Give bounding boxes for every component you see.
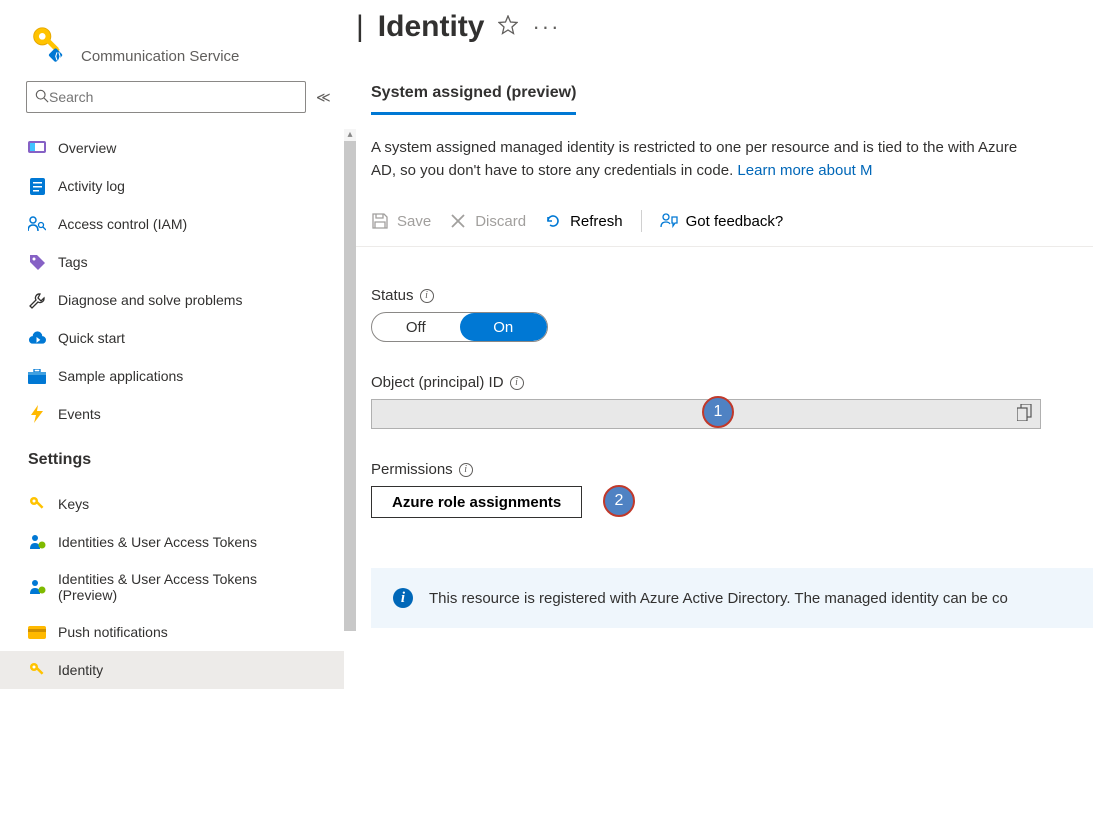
- page-title: Identity: [378, 10, 485, 44]
- object-id-input[interactable]: 1: [371, 399, 1041, 429]
- nav-label: Sample applications: [58, 368, 183, 384]
- sidebar-header: ⟨⟩ Communication Service: [0, 0, 356, 65]
- nav-label: Identity: [58, 662, 103, 678]
- key-icon: ⟨⟩: [28, 24, 66, 62]
- sidebar-item-overview[interactable]: Overview: [0, 129, 348, 167]
- sidebar-item-identities-tokens[interactable]: Identities & User Access Tokens: [0, 523, 348, 561]
- sidebar: ⟨⟩ Communication Service ≪ Overview Acti…: [0, 0, 356, 814]
- settings-nav-list: Keys Identities & User Access Tokens Ide…: [0, 477, 348, 689]
- nav-label: Events: [58, 406, 101, 422]
- collapse-sidebar-button[interactable]: ≪: [316, 89, 331, 106]
- settings-section-title: Settings: [0, 433, 356, 477]
- sidebar-item-events[interactable]: Events: [0, 395, 348, 433]
- toggle-on[interactable]: On: [460, 313, 548, 341]
- x-icon: [449, 212, 467, 230]
- scrollbar[interactable]: ▴: [344, 129, 356, 814]
- wrench-icon: [28, 291, 46, 309]
- info-banner-icon: i: [393, 588, 413, 608]
- main-content: | Identity ··· System assigned (preview)…: [356, 0, 1093, 814]
- sidebar-item-diagnose[interactable]: Diagnose and solve problems: [0, 281, 348, 319]
- info-icon[interactable]: i: [420, 289, 434, 303]
- sidebar-item-samples[interactable]: Sample applications: [0, 357, 348, 395]
- scroll-up-icon[interactable]: ▴: [344, 129, 356, 141]
- status-field: Status i Off On: [371, 287, 1093, 342]
- feedback-button[interactable]: Got feedback?: [660, 212, 784, 230]
- azure-role-assignments-button[interactable]: Azure role assignments: [371, 486, 582, 518]
- copy-icon[interactable]: [1017, 404, 1032, 424]
- refresh-icon: [544, 212, 562, 230]
- permissions-label: Permissions: [371, 461, 453, 478]
- briefcase-icon: [28, 367, 46, 385]
- title-bar: | Identity ···: [356, 0, 1093, 44]
- discard-button[interactable]: Discard: [449, 212, 526, 230]
- nav-label: Keys: [58, 496, 89, 512]
- nav-label: Diagnose and solve problems: [58, 292, 242, 308]
- nav-label: Push notifications: [58, 624, 168, 640]
- object-id-field: Object (principal) ID i 1: [371, 374, 1093, 429]
- save-icon: [371, 212, 389, 230]
- sidebar-item-iam[interactable]: Access control (IAM): [0, 205, 348, 243]
- sidebar-item-push[interactable]: Push notifications: [0, 613, 348, 651]
- status-label: Status: [371, 287, 414, 304]
- nav-label: Overview: [58, 140, 116, 156]
- favorite-button[interactable]: [498, 15, 518, 40]
- sidebar-item-identities-tokens-preview[interactable]: Identities & User Access Tokens (Preview…: [0, 561, 348, 613]
- search-icon: [35, 89, 49, 106]
- status-toggle[interactable]: Off On: [371, 312, 548, 342]
- more-button[interactable]: ···: [532, 14, 560, 40]
- info-banner-text: This resource is registered with Azure A…: [429, 590, 1008, 607]
- toolbar: Save Discard Refresh Got feedback?: [356, 182, 1093, 247]
- svg-text:⟨⟩: ⟨⟩: [55, 51, 62, 61]
- cloud-icon: [28, 329, 46, 347]
- sidebar-item-tags[interactable]: Tags: [0, 243, 348, 281]
- lightning-icon: [28, 405, 46, 423]
- nav-label: Identities & User Access Tokens (Preview…: [58, 571, 298, 603]
- key-small-icon: [28, 661, 46, 679]
- callout-badge-1: 1: [702, 396, 734, 428]
- permissions-field: Permissions i Azure role assignments 2: [371, 461, 1093, 518]
- iam-icon: [28, 215, 46, 233]
- object-id-label: Object (principal) ID: [371, 374, 504, 391]
- search-input-wrapper[interactable]: [26, 81, 306, 113]
- toggle-off[interactable]: Off: [372, 313, 460, 341]
- tag-icon: [28, 253, 46, 271]
- key-small-icon: [28, 495, 46, 513]
- log-icon: [28, 177, 46, 195]
- sidebar-item-activity-log[interactable]: Activity log: [0, 167, 348, 205]
- nav-label: Activity log: [58, 178, 125, 194]
- user-token-icon: [28, 578, 46, 596]
- title-separator: |: [356, 10, 364, 44]
- save-button[interactable]: Save: [371, 212, 431, 230]
- learn-more-link[interactable]: Learn more about M: [737, 162, 872, 179]
- description-text: A system assigned managed identity is re…: [356, 115, 1036, 182]
- card-icon: [28, 623, 46, 641]
- nav-list: Overview Activity log Access control (IA…: [0, 121, 348, 433]
- sidebar-item-quickstart[interactable]: Quick start: [0, 319, 348, 357]
- feedback-icon: [660, 212, 678, 230]
- tab-header: System assigned (preview): [356, 84, 1093, 115]
- sidebar-item-identity[interactable]: Identity: [0, 651, 348, 689]
- info-banner: i This resource is registered with Azure…: [371, 568, 1093, 628]
- nav-label: Quick start: [58, 330, 125, 346]
- toolbar-separator: [641, 210, 642, 232]
- service-type-label: Communication Service: [81, 48, 239, 65]
- overview-icon: [28, 139, 46, 157]
- nav-label: Tags: [58, 254, 88, 270]
- nav-label: Identities & User Access Tokens: [58, 534, 257, 550]
- tab-system-assigned[interactable]: System assigned (preview): [371, 84, 576, 115]
- callout-badge-2: 2: [603, 485, 635, 517]
- scrollbar-thumb[interactable]: [344, 141, 356, 631]
- info-icon[interactable]: i: [510, 376, 524, 390]
- info-icon[interactable]: i: [459, 463, 473, 477]
- search-input[interactable]: [49, 89, 297, 105]
- user-token-icon: [28, 533, 46, 551]
- sidebar-item-keys[interactable]: Keys: [0, 485, 348, 523]
- nav-label: Access control (IAM): [58, 216, 187, 232]
- refresh-button[interactable]: Refresh: [544, 212, 623, 230]
